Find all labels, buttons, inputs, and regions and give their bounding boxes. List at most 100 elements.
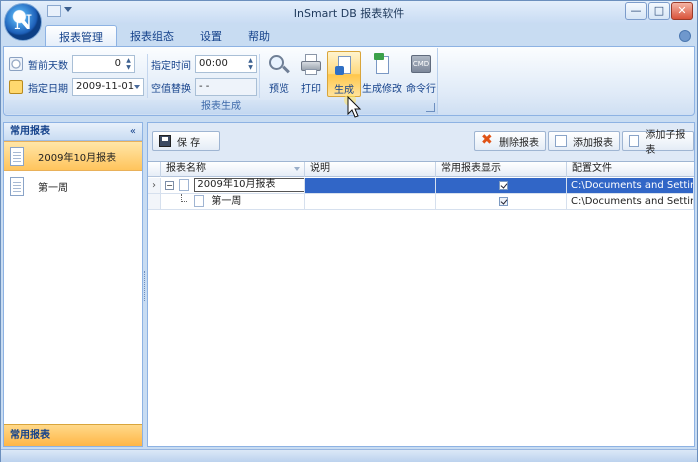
desc-cell[interactable] bbox=[305, 194, 436, 210]
left-panel-header: 常用报表 « bbox=[4, 123, 142, 141]
delete-report-button[interactable]: ✖ 删除报表 bbox=[474, 131, 546, 151]
window-title: InSmart DB 报表软件 bbox=[293, 7, 405, 20]
report-grid: 报表名称 说明 常用报表显示 配置文件 › − 2009年10月报表 C:\Do… bbox=[148, 161, 694, 446]
column-header-name-label: 报表名称 bbox=[166, 163, 206, 174]
document-icon bbox=[10, 176, 24, 196]
tab-report-management[interactable]: 报表管理 bbox=[45, 25, 117, 47]
report-name-value: 第一周 bbox=[211, 196, 242, 207]
row-indicator-header bbox=[148, 162, 161, 177]
add-doc-icon bbox=[555, 135, 567, 147]
ribbon-tabs: 报表管理 报表组态 设置 帮助 bbox=[45, 25, 283, 47]
command-line-label: 命令行 bbox=[406, 84, 436, 95]
document-icon bbox=[194, 195, 205, 207]
grid-header: 报表名称 说明 常用报表显示 配置文件 bbox=[148, 162, 694, 177]
show-checkbox[interactable] bbox=[498, 196, 508, 206]
sort-icon bbox=[294, 167, 300, 171]
collapse-tree-icon[interactable]: − bbox=[165, 180, 174, 190]
config-cell[interactable]: C:\Documents and Setting... bbox=[567, 178, 694, 194]
maximize-button[interactable]: □ bbox=[648, 2, 670, 20]
tree-line bbox=[181, 194, 187, 202]
days-spinner-icon[interactable]: ▲ ▼ bbox=[124, 57, 133, 71]
date-picker[interactable]: 2009-11-01 bbox=[72, 78, 144, 96]
delete-report-label: 删除报表 bbox=[499, 137, 539, 149]
show-checkbox-cell[interactable] bbox=[436, 178, 567, 194]
collapse-icon[interactable]: « bbox=[130, 123, 136, 140]
blank-replace-label: 空值替换 bbox=[151, 83, 191, 95]
date-value: 2009-11-01 bbox=[76, 81, 135, 92]
dialog-launcher-icon[interactable] bbox=[426, 103, 435, 112]
group-title: 报表生成 bbox=[5, 100, 437, 114]
blank-replace-value: - - bbox=[199, 81, 210, 92]
favorite-report-item[interactable]: 第一周 bbox=[4, 171, 142, 201]
cmd-icon: CMD bbox=[409, 53, 433, 77]
main-panel: 保 存 ✖ 删除报表 添加报表 添加子报表 报表名称 说明 常用报表显示 配置文… bbox=[147, 122, 695, 447]
report-toolbar: 保 存 ✖ 删除报表 添加报表 添加子报表 bbox=[148, 123, 694, 159]
time-label: 指定时间 bbox=[151, 60, 191, 72]
print-button[interactable]: 打印 bbox=[294, 51, 328, 97]
app-window: InSmart DB 报表软件 — □ ✕ N 报表管理 报表组态 设置 帮助 … bbox=[0, 0, 698, 462]
show-checkbox[interactable] bbox=[498, 180, 508, 190]
generate-doc-icon bbox=[332, 54, 356, 78]
report-name-cell[interactable]: − 2009年10月报表 bbox=[161, 178, 305, 194]
days-input[interactable]: 0 ▲ ▼ bbox=[72, 55, 135, 73]
document-icon bbox=[10, 146, 24, 166]
add-child-report-button[interactable]: 添加子报表 bbox=[622, 130, 694, 156]
column-header-config[interactable]: 配置文件 bbox=[567, 162, 694, 177]
days-icon bbox=[9, 57, 23, 71]
generate-modify-doc-icon bbox=[370, 53, 394, 77]
save-button[interactable]: 保 存 bbox=[152, 131, 220, 151]
column-header-name[interactable]: 报表名称 bbox=[161, 162, 305, 177]
days-label: 暂前天数 bbox=[28, 60, 68, 72]
table-row[interactable]: 第一周 C:\Documents and Setting... bbox=[148, 194, 694, 210]
divider bbox=[147, 54, 148, 98]
left-panel-footer[interactable]: 常用报表 bbox=[4, 424, 142, 446]
date-label: 指定日期 bbox=[28, 83, 68, 95]
calendar-icon bbox=[9, 80, 23, 94]
close-button[interactable]: ✕ bbox=[671, 2, 693, 20]
help-icon[interactable] bbox=[679, 30, 691, 42]
favorite-report-item[interactable]: 2009年10月报表 bbox=[4, 141, 142, 171]
save-label: 保 存 bbox=[177, 137, 201, 149]
left-panel: 常用报表 « 2009年10月报表 第一周 常用报表 bbox=[3, 122, 143, 447]
report-generate-group: 暂前天数 0 ▲ ▼ 指定日期 2009-11-01 指定时间 00:00 ▲ … bbox=[5, 48, 438, 114]
divider bbox=[259, 54, 260, 98]
show-checkbox-cell[interactable] bbox=[436, 194, 567, 210]
chevron-down-icon[interactable] bbox=[134, 85, 140, 89]
add-report-button[interactable]: 添加报表 bbox=[548, 131, 620, 151]
add-report-label: 添加报表 bbox=[573, 137, 613, 149]
preview-label: 预览 bbox=[269, 84, 289, 95]
time-spinner-icon[interactable]: ▲ ▼ bbox=[246, 57, 255, 71]
tab-report-config[interactable]: 报表组态 bbox=[117, 25, 187, 47]
config-cell[interactable]: C:\Documents and Setting... bbox=[567, 194, 694, 210]
app-logo-icon[interactable]: N bbox=[4, 3, 42, 41]
status-bar bbox=[1, 449, 697, 462]
favorite-report-label: 第一周 bbox=[38, 182, 68, 194]
favorite-report-label: 2009年10月报表 bbox=[38, 152, 117, 164]
blank-replace-input[interactable]: - - bbox=[195, 78, 257, 96]
tab-help[interactable]: 帮助 bbox=[235, 25, 283, 47]
printer-icon bbox=[299, 53, 323, 77]
days-value: 0 bbox=[114, 58, 121, 69]
generate-button[interactable]: 生成 bbox=[327, 51, 361, 97]
table-row[interactable]: › − 2009年10月报表 C:\Documents and Setting.… bbox=[148, 178, 694, 194]
title-bar: InSmart DB 报表软件 — □ ✕ bbox=[1, 1, 697, 23]
magnifier-icon bbox=[267, 53, 291, 77]
generate-modify-button[interactable]: 生成修改 bbox=[362, 51, 402, 97]
report-name-value: 2009年10月报表 bbox=[194, 178, 304, 192]
row-indicator bbox=[148, 194, 161, 210]
delete-x-icon: ✖ bbox=[481, 132, 493, 148]
time-input[interactable]: 00:00 ▲ ▼ bbox=[195, 55, 257, 73]
preview-button[interactable]: 预览 bbox=[262, 51, 296, 97]
minimize-button[interactable]: — bbox=[625, 2, 647, 20]
row-indicator-icon: › bbox=[148, 178, 161, 194]
print-label: 打印 bbox=[301, 84, 321, 95]
tab-settings[interactable]: 设置 bbox=[187, 25, 235, 47]
generate-modify-label: 生成修改 bbox=[362, 84, 402, 95]
column-header-desc[interactable]: 说明 bbox=[305, 162, 436, 177]
column-header-show[interactable]: 常用报表显示 bbox=[436, 162, 567, 177]
command-line-button[interactable]: CMD 命令行 bbox=[404, 51, 438, 97]
desc-cell[interactable] bbox=[305, 178, 436, 194]
add-child-report-label: 添加子报表 bbox=[645, 130, 686, 156]
report-name-cell[interactable]: 第一周 bbox=[161, 194, 305, 210]
left-panel-title: 常用报表 bbox=[10, 126, 50, 137]
